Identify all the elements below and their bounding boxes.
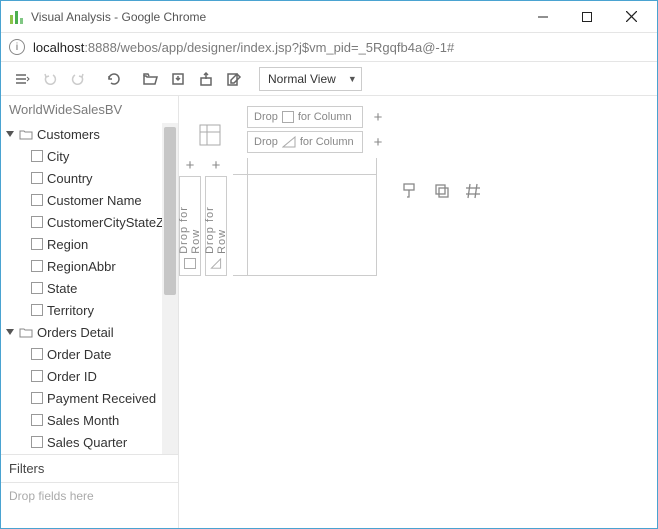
- tree-field[interactable]: Payment Received: [1, 387, 178, 409]
- field-tree: Customers City Country Customer Name Cus…: [1, 123, 178, 454]
- field-icon: [31, 392, 43, 404]
- canvas-tools: [401, 182, 483, 203]
- tree-group-label: Orders Detail: [37, 325, 114, 340]
- tree-field[interactable]: Territory: [1, 299, 178, 321]
- sidebar: WorldWideSalesBV Customers City Country …: [1, 96, 179, 528]
- design-canvas[interactable]: Drop for Column + Drop for Column + + + …: [179, 96, 657, 528]
- add-row-button[interactable]: +: [183, 158, 197, 172]
- triangle-icon: [210, 258, 222, 269]
- triangle-icon: [282, 136, 296, 148]
- sidebar-scrollbar[interactable]: [162, 123, 178, 454]
- window-titlebar: Visual Analysis - Google Chrome: [1, 1, 657, 32]
- tree-group-customers[interactable]: Customers: [1, 123, 178, 145]
- add-column-button[interactable]: +: [371, 110, 385, 124]
- undo-button[interactable]: [37, 66, 63, 92]
- drop-zone-column-measure[interactable]: Drop for Column: [247, 131, 363, 153]
- tree-field[interactable]: CustomerCityStateZip: [1, 211, 178, 233]
- crosstab-preview: [233, 158, 377, 276]
- field-icon: [31, 282, 43, 294]
- menu-button[interactable]: [9, 66, 35, 92]
- chevron-down-icon: ▼: [348, 74, 357, 84]
- tree-field[interactable]: Customer Name: [1, 189, 178, 211]
- collapse-icon: [5, 327, 15, 337]
- site-info-icon[interactable]: i: [9, 39, 25, 55]
- tree-field[interactable]: Order Date: [1, 343, 178, 365]
- add-column-button[interactable]: +: [371, 135, 385, 149]
- drop-zone-column-dimension[interactable]: Drop for Column: [247, 106, 363, 128]
- app-toolbar: Normal View ▼: [1, 62, 657, 96]
- field-icon: [31, 172, 43, 184]
- folder-icon: [19, 326, 33, 338]
- field-icon: [31, 348, 43, 360]
- redo-button[interactable]: [65, 66, 91, 92]
- view-mode-select[interactable]: Normal View ▼: [259, 67, 362, 91]
- tree-field[interactable]: City: [1, 145, 178, 167]
- datasource-title: WorldWideSalesBV: [1, 96, 178, 123]
- field-icon: [31, 216, 43, 228]
- field-icon: [31, 414, 43, 426]
- field-icon: [31, 370, 43, 382]
- address-bar: i localhost:8888/webos/app/designer/inde…: [1, 32, 657, 62]
- address-host: localhost: [33, 40, 84, 55]
- filters-drop-zone[interactable]: Drop fields here: [1, 482, 178, 528]
- drop-zone-row-measure[interactable]: Drop for Row: [205, 176, 227, 276]
- field-icon: [31, 238, 43, 250]
- tree-field[interactable]: Sales Month: [1, 409, 178, 431]
- view-mode-label: Normal View: [268, 72, 336, 86]
- tree-field[interactable]: Country: [1, 167, 178, 189]
- tree-field[interactable]: State: [1, 277, 178, 299]
- address-path: :8888/webos/app/designer/index.jsp?j$vm_…: [84, 40, 454, 55]
- folder-icon: [19, 128, 33, 140]
- filters-header: Filters: [1, 454, 178, 482]
- refresh-button[interactable]: [101, 66, 127, 92]
- minimize-button[interactable]: [521, 2, 565, 31]
- field-icon: [31, 194, 43, 206]
- scrollbar-thumb[interactable]: [164, 127, 176, 295]
- address-text[interactable]: localhost:8888/webos/app/designer/index.…: [33, 40, 454, 55]
- tree-field[interactable]: Sales Quarter: [1, 431, 178, 453]
- tree-field[interactable]: Region: [1, 233, 178, 255]
- square-icon: [184, 258, 196, 269]
- save-button[interactable]: [165, 66, 191, 92]
- collapse-icon: [5, 129, 15, 139]
- tree-group-orders-detail[interactable]: Orders Detail: [1, 321, 178, 343]
- field-icon: [31, 260, 43, 272]
- layout-icon[interactable]: [199, 124, 221, 146]
- tree-field[interactable]: RegionAbbr: [1, 255, 178, 277]
- format-icon[interactable]: [401, 182, 419, 203]
- edit-button[interactable]: [221, 66, 247, 92]
- maximize-button[interactable]: [565, 2, 609, 31]
- drop-zone-row-dimension[interactable]: Drop for Row: [179, 176, 201, 276]
- field-icon: [31, 436, 43, 448]
- app-icon: [9, 9, 25, 25]
- tree-group-label: Customers: [37, 127, 100, 142]
- close-button[interactable]: [609, 2, 653, 31]
- field-icon: [31, 304, 43, 316]
- copy-icon[interactable]: [433, 182, 451, 203]
- square-icon: [282, 111, 294, 123]
- export-button[interactable]: [193, 66, 219, 92]
- window-title: Visual Analysis - Google Chrome: [31, 10, 521, 24]
- open-button[interactable]: [137, 66, 163, 92]
- tree-field[interactable]: Order ID: [1, 365, 178, 387]
- hash-icon[interactable]: [465, 182, 483, 203]
- field-icon: [31, 150, 43, 162]
- add-row-button[interactable]: +: [209, 158, 223, 172]
